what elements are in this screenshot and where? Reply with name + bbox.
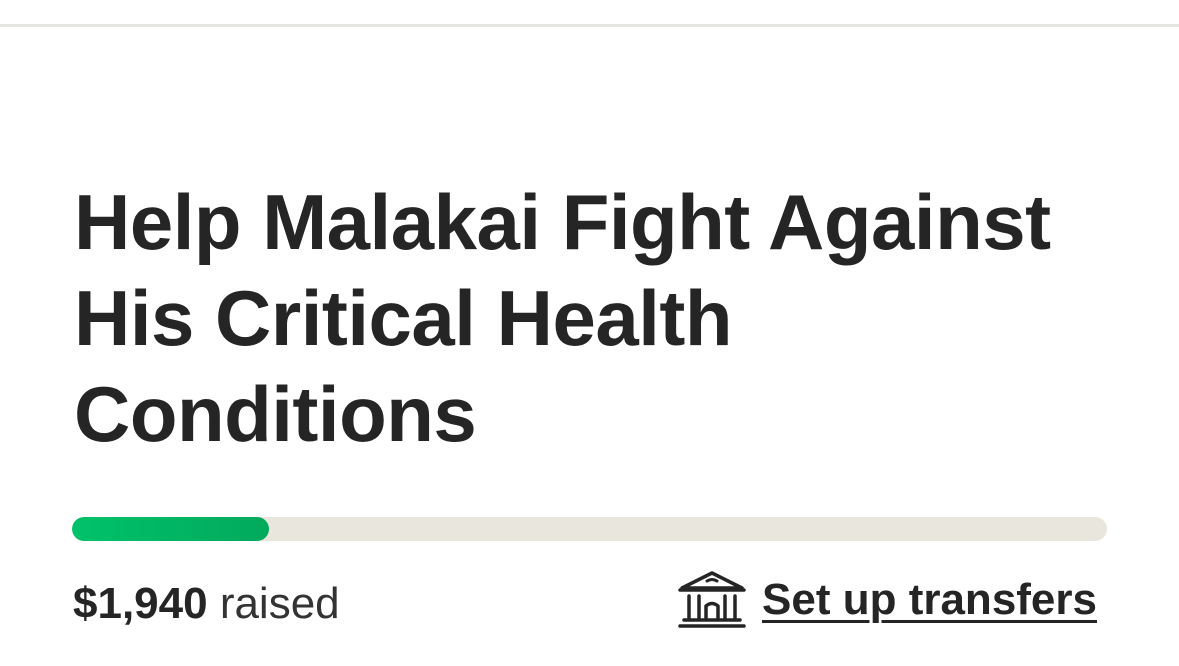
set-up-transfers-link[interactable]: Set up transfers bbox=[676, 568, 1097, 632]
amount-raised-value: $1,940 bbox=[73, 579, 208, 628]
campaign-title: Help Malakai Fight Against His Critical … bbox=[74, 178, 1051, 458]
progress-bar bbox=[72, 517, 1107, 541]
top-divider bbox=[0, 24, 1179, 27]
progress-bar-fill bbox=[72, 517, 269, 541]
bank-icon bbox=[676, 568, 748, 632]
set-up-transfers-label[interactable]: Set up transfers bbox=[762, 574, 1097, 626]
amount-raised-label: raised bbox=[219, 579, 340, 628]
amount-raised: $1,940 raised bbox=[73, 578, 340, 630]
